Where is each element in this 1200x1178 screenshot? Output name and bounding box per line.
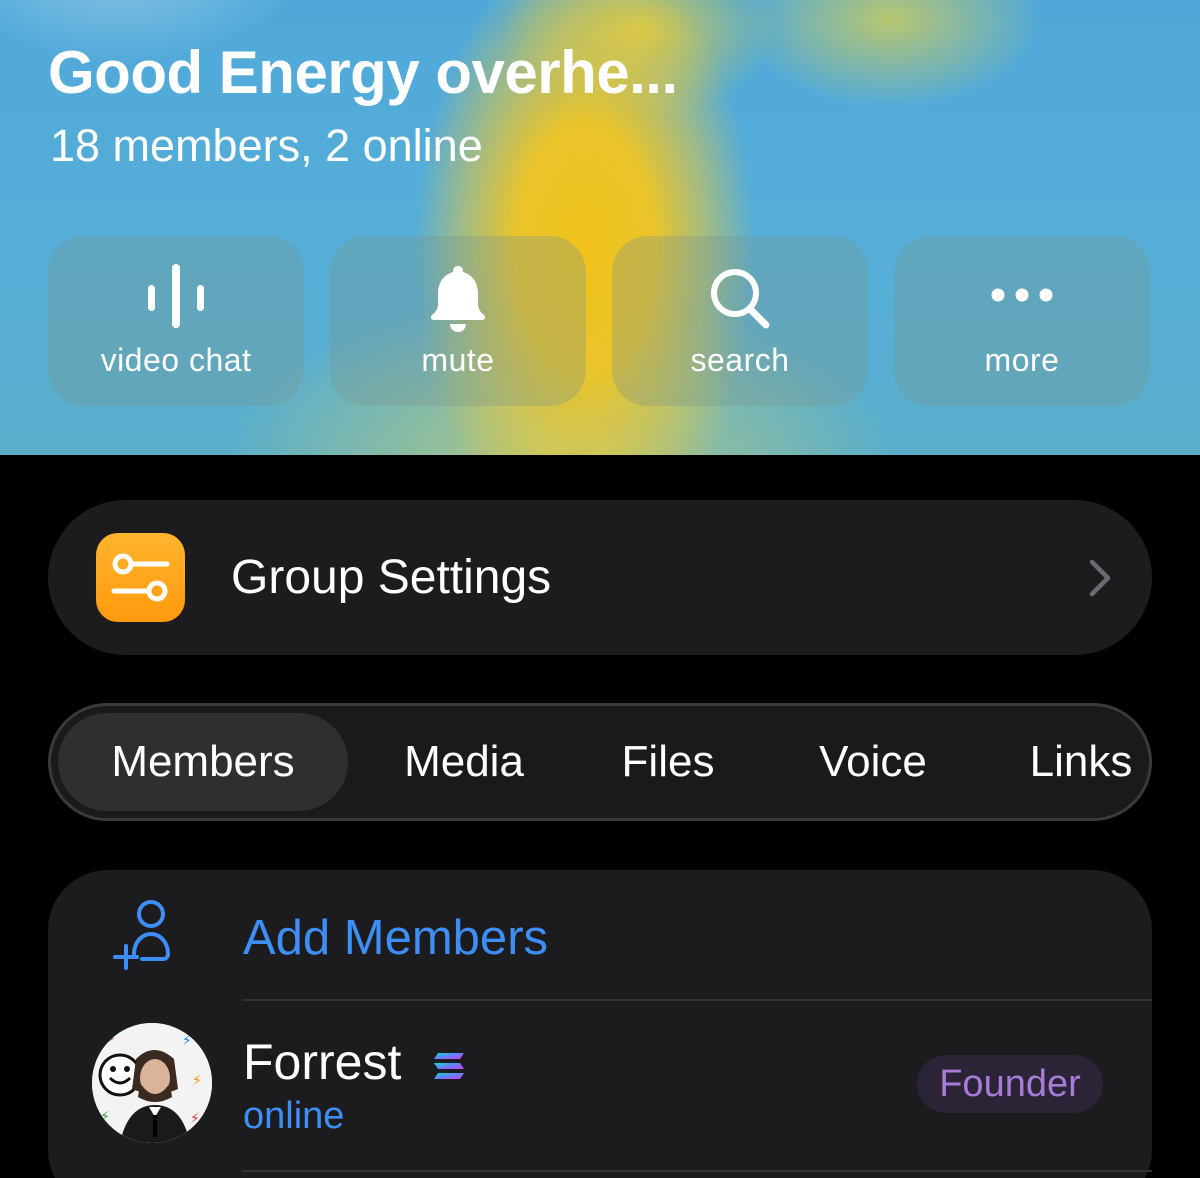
svg-text:⚡: ⚡ bbox=[100, 1109, 110, 1125]
search-icon bbox=[711, 269, 770, 329]
tab-members[interactable]: Members bbox=[58, 713, 348, 811]
svg-text:⚡: ⚡ bbox=[182, 1033, 192, 1049]
chevron-right-icon bbox=[1089, 559, 1111, 597]
video-chat-button[interactable]: video chat bbox=[48, 236, 304, 406]
tab-voice[interactable]: Voice bbox=[793, 713, 953, 811]
header-actions: video chat mute search more bbox=[48, 236, 1152, 406]
svg-text:⚡: ⚡ bbox=[190, 1111, 200, 1127]
profile-tabs: Members Media Files Voice Links bbox=[48, 703, 1152, 821]
group-settings-label: Group Settings bbox=[231, 551, 552, 604]
more-dots-icon bbox=[991, 288, 1053, 302]
divider bbox=[242, 1170, 1152, 1172]
member-name: Forrest bbox=[243, 1034, 402, 1090]
sliders-icon bbox=[96, 533, 185, 622]
add-members-label: Add Members bbox=[243, 911, 549, 965]
group-title: Good Energy overhe... bbox=[48, 39, 678, 106]
svg-text:⚡: ⚡ bbox=[192, 1073, 202, 1089]
video-chat-label: video chat bbox=[100, 342, 252, 378]
bell-icon bbox=[430, 266, 486, 332]
tab-media[interactable]: Media bbox=[379, 713, 549, 811]
mute-label: mute bbox=[421, 342, 495, 378]
members-list: Add Members ⚡ ⚡ ⚡ ⚡ ⚡ Forrest online Fou… bbox=[48, 870, 1152, 1178]
more-button[interactable]: more bbox=[894, 236, 1150, 406]
founder-badge: Founder bbox=[917, 1055, 1103, 1113]
member-status: online bbox=[243, 1095, 345, 1137]
mute-button[interactable]: mute bbox=[330, 236, 586, 406]
search-label: search bbox=[690, 342, 790, 378]
add-members-button[interactable]: Add Members bbox=[48, 870, 1152, 1000]
add-user-icon bbox=[113, 900, 171, 970]
divider bbox=[242, 999, 1152, 1001]
voice-chat-icon bbox=[148, 264, 204, 328]
tab-links[interactable]: Links bbox=[1011, 713, 1151, 811]
avatar: ⚡ ⚡ ⚡ ⚡ ⚡ bbox=[92, 1023, 212, 1143]
member-row[interactable]: ⚡ ⚡ ⚡ ⚡ ⚡ Forrest online Founder bbox=[48, 1003, 1152, 1171]
tab-files[interactable]: Files bbox=[598, 713, 738, 811]
more-label: more bbox=[984, 342, 1060, 378]
member-count: 18 members, 2 online bbox=[50, 120, 483, 171]
profile-header: Good Energy overhe... 18 members, 2 onli… bbox=[0, 0, 1200, 455]
search-button[interactable]: search bbox=[612, 236, 868, 406]
group-settings-row[interactable]: Group Settings bbox=[48, 500, 1152, 655]
svg-text:⚡: ⚡ bbox=[106, 1031, 116, 1047]
solana-icon bbox=[434, 1053, 464, 1079]
